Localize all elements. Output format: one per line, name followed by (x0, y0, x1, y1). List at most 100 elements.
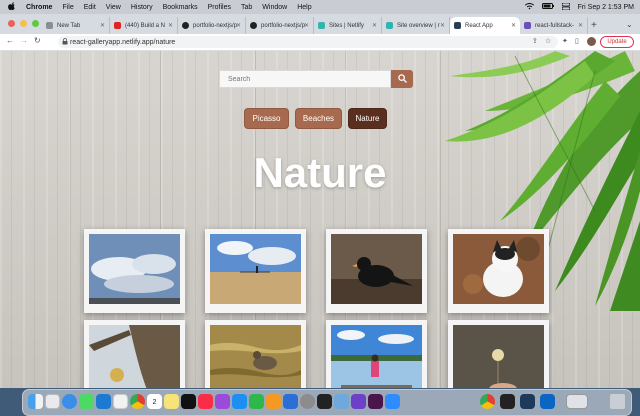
numbers-icon[interactable] (249, 394, 264, 409)
calendar-icon[interactable]: 2 (147, 394, 162, 409)
photo-card[interactable] (84, 229, 185, 313)
update-button[interactable]: Update (600, 36, 634, 48)
menu-help[interactable]: Help (297, 4, 311, 11)
photo-card[interactable] (326, 320, 427, 388)
side-panel-icon[interactable]: ▯ (575, 37, 579, 45)
pages-icon[interactable] (266, 394, 281, 409)
address-bar[interactable]: react-galleryapp.netlify.app/nature (58, 36, 558, 48)
category-nature-button[interactable]: Nature (348, 108, 387, 129)
category-label: Nature (355, 114, 380, 123)
tab-label: React App (465, 22, 493, 29)
url-text[interactable]: react-galleryapp.netlify.app/nature (70, 39, 175, 46)
messages-icon[interactable] (79, 394, 94, 409)
preview-icon[interactable] (334, 394, 349, 409)
photo-card[interactable] (205, 320, 306, 388)
tab-github-1[interactable]: portfolio-nextjs/p ✕ (178, 17, 246, 34)
blackbird-photo (331, 234, 422, 304)
tab-new-tab[interactable]: New Tab ✕ (42, 17, 110, 34)
browser-toolbar: ← → ↻ react-galleryapp.netlify.app/natur… (0, 34, 640, 51)
menu-tab[interactable]: Tab (241, 4, 252, 11)
terminal-icon[interactable] (317, 394, 332, 409)
close-tab-icon[interactable]: ✕ (578, 22, 583, 29)
extensions-icon[interactable]: ✦ (562, 37, 568, 45)
menu-app-name[interactable]: Chrome (26, 4, 52, 11)
close-tab-icon[interactable]: ✕ (236, 22, 241, 29)
apple-tv-icon[interactable] (181, 394, 196, 409)
wifi-icon[interactable] (524, 2, 534, 12)
photo-card[interactable] (205, 229, 306, 313)
close-tab-icon[interactable]: ✕ (304, 22, 309, 29)
calendar-day: 2 (152, 399, 157, 406)
github-icon[interactable] (520, 394, 535, 409)
settings-icon[interactable] (300, 394, 315, 409)
close-tab-icon[interactable]: ✕ (168, 22, 173, 29)
close-window-button[interactable] (8, 20, 15, 27)
search-button[interactable] (391, 70, 413, 88)
minimize-window-button[interactable] (20, 20, 27, 27)
tab-react-app[interactable]: React App ✕ (450, 17, 520, 34)
zoom-window-button[interactable] (32, 20, 39, 27)
finder-icon[interactable] (28, 394, 43, 409)
photo-card[interactable] (448, 320, 549, 388)
close-tab-icon[interactable]: ✕ (372, 22, 377, 29)
category-label: Beaches (302, 114, 335, 123)
lock-icon[interactable] (62, 38, 68, 47)
search-input[interactable] (219, 70, 391, 88)
terminal-icon[interactable] (500, 394, 515, 409)
menu-file[interactable]: File (62, 4, 73, 11)
control-center-icon[interactable] (561, 2, 570, 12)
category-beaches-button[interactable]: Beaches (295, 108, 342, 129)
react-icon (454, 22, 461, 29)
reload-icon[interactable]: ↻ (34, 36, 41, 45)
menu-edit[interactable]: Edit (84, 4, 96, 11)
photo-card[interactable] (326, 229, 427, 313)
zoom-icon[interactable] (385, 394, 400, 409)
tab-github-2[interactable]: portfolio-nextjs/p ✕ (246, 17, 314, 34)
menubar-clock[interactable]: Fri Sep 2 1:53 PM (578, 4, 634, 11)
menu-bookmarks[interactable]: Bookmarks (163, 4, 198, 11)
battery-icon[interactable] (541, 3, 554, 11)
close-tab-icon[interactable]: ✕ (511, 22, 516, 29)
tab-youtube[interactable]: (440) Build a N ✕ (110, 17, 178, 34)
wood-plank-seam (440, 51, 441, 388)
photos-icon[interactable] (113, 394, 128, 409)
apple-icon[interactable] (8, 1, 18, 13)
app-store-icon[interactable] (232, 394, 247, 409)
menu-profiles[interactable]: Profiles (208, 4, 231, 11)
category-label: Picasso (252, 114, 281, 123)
share-icon[interactable]: ⇪ (532, 37, 538, 45)
trash-icon[interactable] (610, 394, 625, 409)
photo-card[interactable] (448, 229, 549, 313)
profile-avatar[interactable] (587, 37, 596, 46)
notes-icon[interactable] (164, 394, 179, 409)
finder-window-icon[interactable] (566, 394, 588, 409)
back-icon[interactable]: ← (6, 36, 14, 45)
category-picasso-button[interactable]: Picasso (244, 108, 289, 129)
tab-netlify-overview[interactable]: Site overview | r ✕ (382, 17, 450, 34)
new-tab-icon[interactable]: + (591, 20, 597, 31)
chrome-icon[interactable] (480, 394, 495, 409)
safari-icon[interactable] (62, 394, 77, 409)
tab-label: (440) Build a N (125, 22, 166, 29)
launchpad-icon[interactable] (45, 394, 60, 409)
chrome-icon[interactable] (130, 394, 145, 409)
keynote-icon[interactable] (283, 394, 298, 409)
podcasts-icon[interactable] (215, 394, 230, 409)
photo-card[interactable] (84, 320, 185, 388)
slack-icon[interactable] (368, 394, 383, 409)
close-tab-icon[interactable]: ✕ (100, 22, 105, 29)
menu-window[interactable]: Window (262, 4, 287, 11)
menu-history[interactable]: History (131, 4, 153, 11)
forward-icon[interactable]: → (20, 36, 28, 45)
tab-react-fullstack[interactable]: react-fullstack- ✕ (520, 17, 588, 34)
music-icon[interactable] (198, 394, 213, 409)
github-desktop-icon[interactable] (351, 394, 366, 409)
search-form (219, 70, 414, 88)
bookmark-star-icon[interactable]: ☆ (545, 37, 551, 45)
tab-search-icon[interactable]: ⌄ (626, 20, 633, 29)
close-tab-icon[interactable]: ✕ (440, 22, 445, 29)
menu-view[interactable]: View (106, 4, 121, 11)
tab-netlify-sites[interactable]: Sites | Netlify ✕ (314, 17, 382, 34)
window-preview-icon[interactable] (540, 394, 555, 409)
vscode-icon[interactable] (96, 394, 111, 409)
